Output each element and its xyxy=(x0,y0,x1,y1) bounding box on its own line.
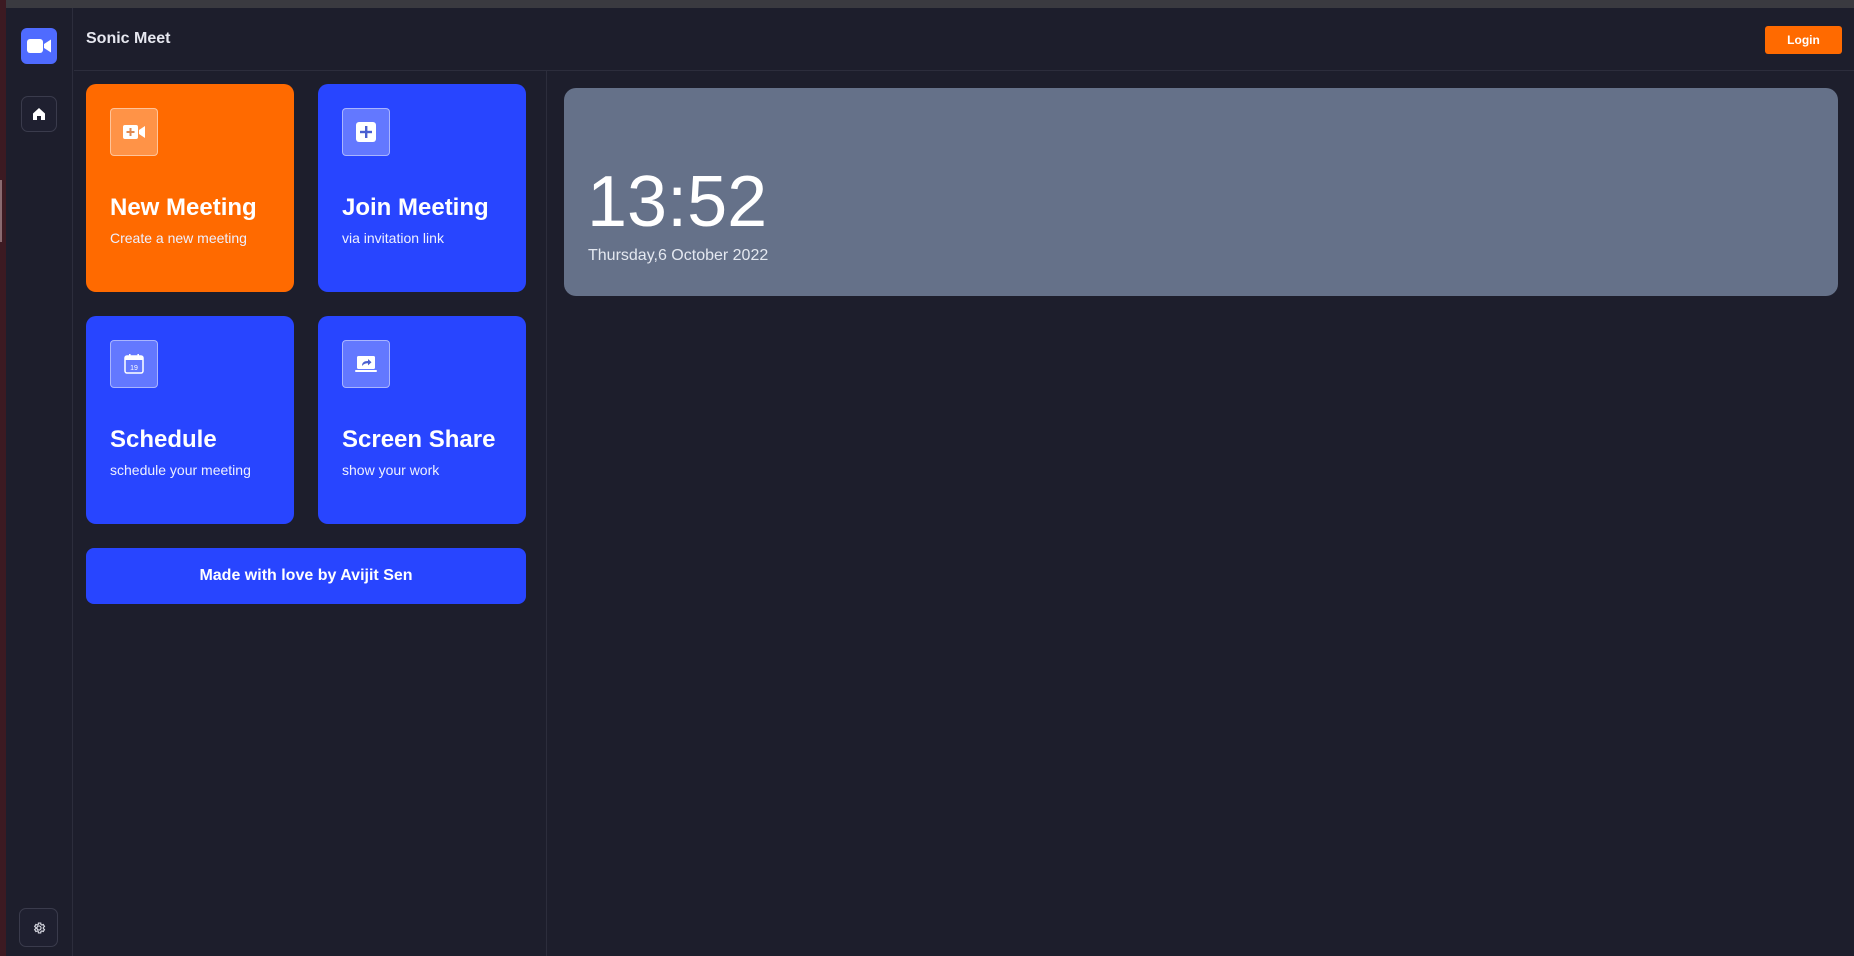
card-subtitle: Create a new meeting xyxy=(110,230,247,246)
card-title: Join Meeting xyxy=(342,194,489,221)
credits-banner[interactable]: Made with love by Avijit Sen xyxy=(86,548,526,604)
sidebar xyxy=(6,8,73,956)
card-icon-box: 19 xyxy=(110,340,158,388)
settings-button[interactable] xyxy=(19,908,58,947)
calendar-icon: 19 xyxy=(124,354,144,374)
card-icon-box xyxy=(342,108,390,156)
clock-panel: 13:52 Thursday,6 October 2022 xyxy=(564,88,1838,296)
window-top-strip xyxy=(0,0,1854,8)
join-meeting-card[interactable]: Join Meeting via invitation link xyxy=(318,84,526,292)
top-header: Sonic Meet Login xyxy=(74,8,1854,71)
schedule-card[interactable]: 19 Schedule schedule your meeting xyxy=(86,316,294,524)
plus-square-icon xyxy=(356,122,376,142)
calendar-day-label: 19 xyxy=(130,365,138,372)
card-title: Screen Share xyxy=(342,426,496,453)
clock-time: 13:52 xyxy=(587,162,768,242)
app-title: Sonic Meet xyxy=(86,30,171,47)
card-subtitle: show your work xyxy=(342,462,440,478)
gear-icon xyxy=(33,921,45,934)
card-subtitle: schedule your meeting xyxy=(110,462,251,478)
new-meeting-card[interactable]: New Meeting Create a new meeting xyxy=(86,84,294,292)
clock-date: Thursday,6 October 2022 xyxy=(588,247,769,264)
home-button[interactable] xyxy=(21,96,57,132)
panel-divider xyxy=(546,71,547,956)
screen-share-icon xyxy=(355,356,377,372)
card-title: Schedule xyxy=(110,426,217,453)
app-logo[interactable] xyxy=(21,28,57,64)
card-icon-box xyxy=(110,108,158,156)
card-subtitle: via invitation link xyxy=(342,230,444,246)
card-icon-box xyxy=(342,340,390,388)
home-icon xyxy=(33,108,45,120)
video-camera-icon xyxy=(27,39,51,53)
screen-share-card[interactable]: Screen Share show your work xyxy=(318,316,526,524)
left-edge-marker xyxy=(0,180,2,242)
card-title: New Meeting xyxy=(110,194,257,221)
video-plus-icon xyxy=(123,125,145,139)
login-button[interactable]: Login xyxy=(1765,26,1842,54)
